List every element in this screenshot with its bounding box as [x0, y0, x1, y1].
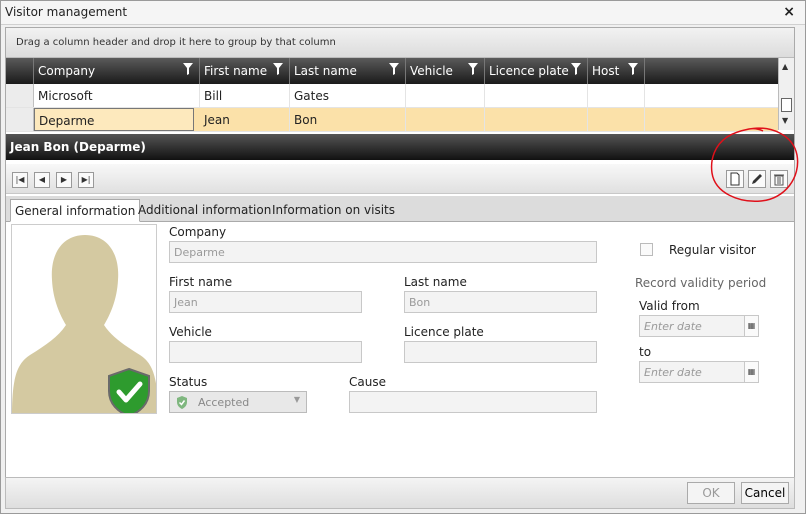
last-name-label: Last name: [404, 275, 467, 289]
row-indicator[interactable]: [6, 84, 34, 107]
to-placeholder: Enter date: [644, 366, 702, 379]
validity-period-label: Record validity period: [635, 276, 767, 290]
first-name-label: First name: [169, 275, 233, 289]
cell-host[interactable]: [588, 108, 645, 131]
scroll-thumb[interactable]: [781, 98, 792, 112]
table-row[interactable]: Microsoft Bill Gates: [6, 84, 778, 108]
close-icon[interactable]: ×: [783, 4, 795, 20]
group-hint: Drag a column header and drop it here to…: [16, 37, 336, 48]
last-name-field[interactable]: Bon: [404, 291, 597, 313]
title-bar: Visitor management ×: [1, 1, 805, 25]
column-header-host[interactable]: Host: [588, 58, 645, 84]
licence-plate-field[interactable]: [404, 341, 597, 363]
cancel-button[interactable]: Cancel: [741, 482, 789, 504]
main-content: Drag a column header and drop it here to…: [5, 27, 795, 507]
cell-host[interactable]: [588, 84, 645, 107]
general-information-form: Company Deparme First name Jean Last nam…: [6, 222, 794, 472]
column-header-first-name[interactable]: First name: [200, 58, 290, 84]
vehicle-field[interactable]: [169, 341, 362, 363]
cell-first-name[interactable]: Jean: [200, 108, 290, 131]
dialog-footer: OK Cancel: [5, 477, 795, 509]
to-label: to: [639, 345, 652, 359]
cell-last-name[interactable]: Gates: [290, 84, 406, 107]
filter-icon[interactable]: [468, 63, 478, 75]
column-header-last-name[interactable]: Last name: [290, 58, 406, 84]
regular-visitor-checkbox[interactable]: [640, 243, 653, 256]
filter-icon[interactable]: [571, 63, 581, 75]
next-record-button[interactable]: ▶: [56, 172, 72, 188]
shield-check-icon: [108, 367, 150, 413]
valid-from-label: Valid from: [639, 299, 700, 313]
ok-button[interactable]: OK: [687, 482, 735, 504]
status-dropdown[interactable]: Accepted ▼: [169, 391, 307, 413]
cause-field[interactable]: [349, 391, 597, 413]
company-label: Company: [169, 225, 227, 239]
regular-visitor-label: Regular visitor: [669, 243, 756, 257]
shield-check-icon: [177, 396, 187, 409]
filter-icon[interactable]: [183, 63, 193, 75]
vehicle-label: Vehicle: [169, 325, 212, 339]
scroll-down-icon[interactable]: ▼: [782, 116, 788, 125]
chevron-down-icon[interactable]: ▼: [294, 395, 300, 404]
grid-header: Company First name Last name Vehicle Lic…: [6, 58, 778, 84]
tab-additional-information[interactable]: Additional information: [134, 199, 275, 222]
calendar-icon[interactable]: ▦: [744, 362, 758, 382]
previous-record-button[interactable]: ◀: [34, 172, 50, 188]
filter-icon[interactable]: [389, 63, 399, 75]
group-by-panel[interactable]: Drag a column header and drop it here to…: [6, 28, 794, 58]
calendar-icon[interactable]: ▦: [744, 316, 758, 336]
detail-title: Jean Bon (Deparme): [10, 140, 146, 154]
cell-last-name[interactable]: Bon: [290, 108, 406, 131]
detail-tabs: General information Additional informati…: [6, 196, 794, 222]
first-name-field[interactable]: Jean: [169, 291, 362, 313]
cell-first-name[interactable]: Bill: [200, 84, 290, 107]
column-header-company[interactable]: Company: [34, 58, 200, 84]
cell-vehicle[interactable]: [406, 108, 485, 131]
tab-information-on-visits[interactable]: Information on visits: [268, 199, 399, 222]
filter-icon[interactable]: [628, 63, 638, 75]
cell-licence-plate[interactable]: [485, 84, 588, 107]
record-toolbar: |◀ ◀ ▶ ▶|: [6, 164, 794, 194]
licence-plate-label: Licence plate: [404, 325, 484, 339]
filter-icon[interactable]: [273, 63, 283, 75]
red-circle-annotation: [710, 127, 799, 202]
cell-licence-plate[interactable]: [485, 108, 588, 131]
row-indicator[interactable]: [6, 108, 34, 131]
tab-general-information[interactable]: General information: [10, 199, 141, 222]
visitor-management-window: Visitor management × Drag a column heade…: [0, 0, 806, 514]
detail-header: Jean Bon (Deparme): [6, 134, 794, 160]
cell-vehicle[interactable]: [406, 84, 485, 107]
cause-label: Cause: [349, 375, 386, 389]
to-date-field[interactable]: Enter date ▦: [639, 361, 759, 383]
scroll-up-icon[interactable]: ▲: [782, 62, 788, 71]
last-record-button[interactable]: ▶|: [78, 172, 94, 188]
valid-from-date-field[interactable]: Enter date ▦: [639, 315, 759, 337]
visitor-photo[interactable]: [11, 224, 157, 414]
first-record-button[interactable]: |◀: [12, 172, 28, 188]
table-row-selected[interactable]: Deparme Jean Bon: [6, 108, 778, 132]
grid-scrollbar[interactable]: ▲ ▼: [778, 58, 794, 130]
cell-company[interactable]: Microsoft: [34, 84, 200, 107]
status-value: Accepted: [198, 396, 250, 409]
window-title: Visitor management: [5, 5, 128, 19]
status-label: Status: [169, 375, 208, 389]
column-header-licence-plate[interactable]: Licence plate: [485, 58, 588, 84]
valid-from-placeholder: Enter date: [644, 320, 702, 333]
company-field[interactable]: Deparme: [169, 241, 597, 263]
column-header-vehicle[interactable]: Vehicle: [406, 58, 485, 84]
row-indicator-header: [6, 58, 34, 84]
cell-company[interactable]: Deparme: [34, 108, 194, 131]
